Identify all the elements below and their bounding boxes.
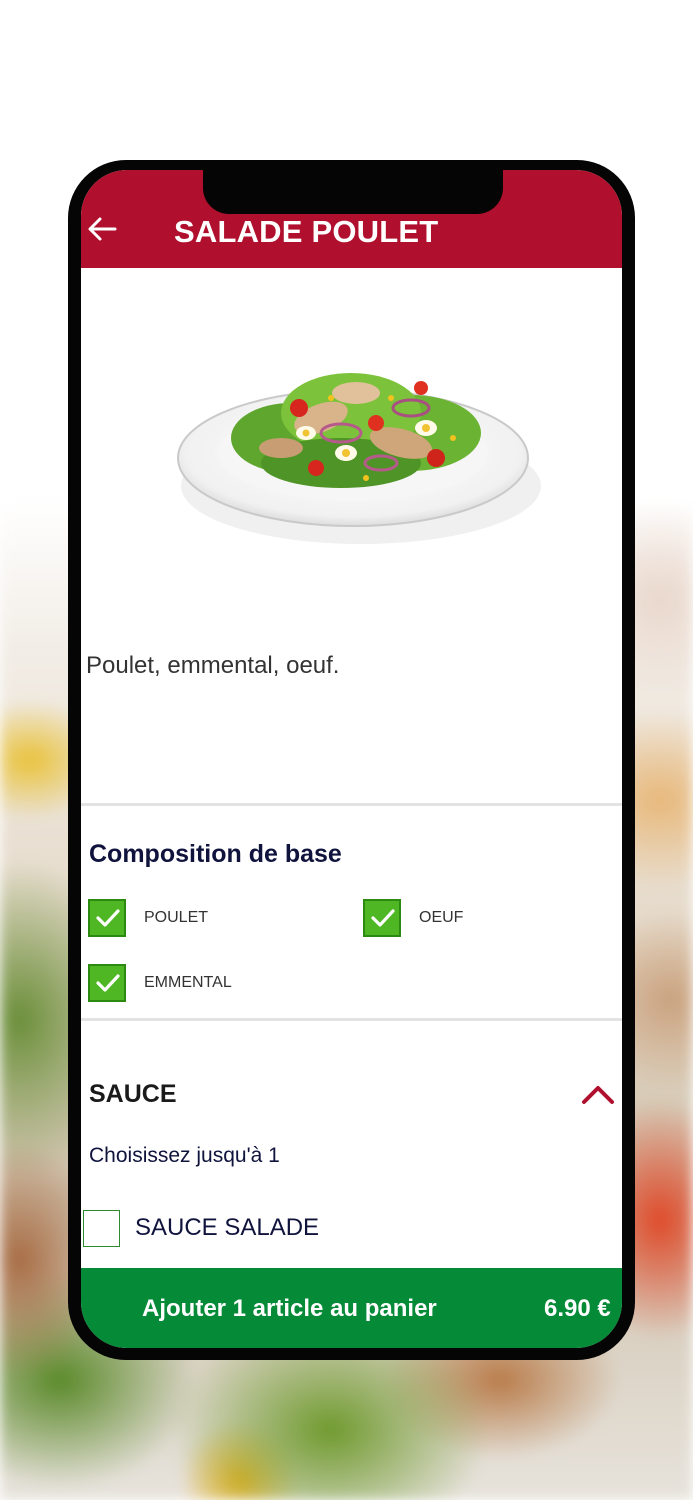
check-icon — [96, 909, 120, 927]
app-screen: SALADE POULET Poulet, emmental, oeuf. Co… — [81, 170, 622, 1348]
add-to-cart-button[interactable]: Ajouter 1 article au panier 6.90 € — [81, 1268, 622, 1348]
ingredient-label: OEUF — [419, 909, 464, 926]
salad-plate-image — [177, 373, 541, 544]
phone-frame: SALADE POULET Poulet, emmental, oeuf. Co… — [68, 160, 635, 1360]
sauce-hint: Choisissez jusqu'à 1 — [89, 1144, 280, 1167]
checkbox-checked[interactable] — [363, 899, 401, 937]
ingredient-label: EMMENTAL — [144, 974, 232, 991]
check-icon — [371, 909, 395, 927]
phone-notch — [203, 170, 503, 214]
section-divider — [81, 803, 622, 806]
checkbox-checked[interactable] — [88, 899, 126, 937]
check-icon — [96, 974, 120, 992]
ingredient-label: POULET — [144, 909, 209, 926]
checkbox-unchecked[interactable] — [83, 1210, 120, 1247]
sauce-option-label: SAUCE SALADE — [135, 1214, 320, 1241]
arrow-left-icon[interactable] — [87, 216, 117, 242]
sauce-section-title: SAUCE — [89, 1080, 177, 1108]
section-divider — [81, 1018, 622, 1021]
product-description: Poulet, emmental, oeuf. — [86, 652, 340, 679]
checkbox-checked[interactable] — [88, 964, 126, 1002]
cart-price: 6.90 € — [544, 1295, 611, 1322]
page-title: SALADE POULET — [174, 214, 439, 249]
add-to-cart-label: Ajouter 1 article au panier — [142, 1295, 437, 1322]
chevron-up-icon[interactable] — [581, 1083, 615, 1105]
base-composition-title: Composition de base — [89, 840, 342, 868]
product-image — [81, 268, 622, 628]
